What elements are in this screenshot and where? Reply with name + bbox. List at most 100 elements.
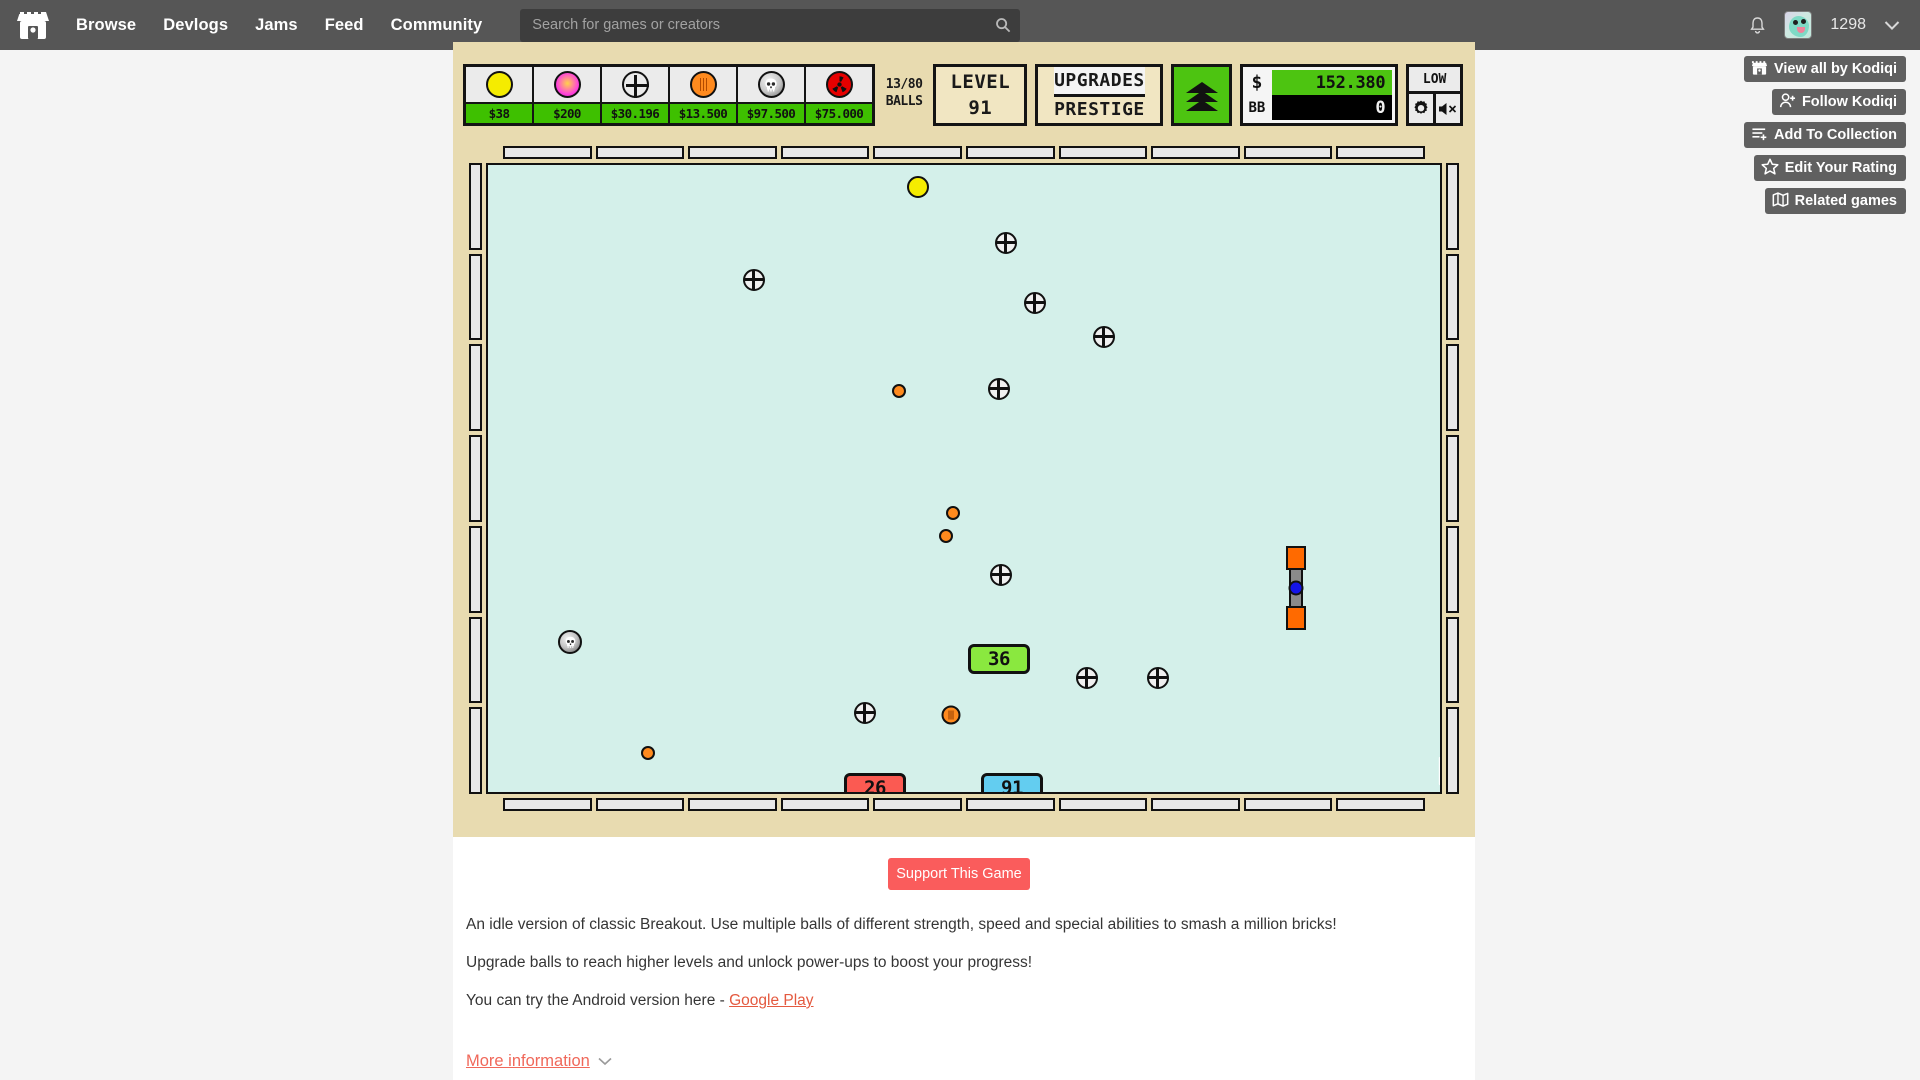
shop-ball-magenta[interactable]: $200 <box>534 67 600 123</box>
more-information-toggle[interactable]: More information <box>466 1052 612 1071</box>
android-text: You can try the Android version here - <box>466 992 730 1009</box>
wall-left <box>469 163 482 795</box>
search-input[interactable] <box>520 17 987 33</box>
gear-icon[interactable] <box>1409 94 1437 123</box>
game-ball-orange <box>641 746 655 760</box>
ball-shop: $38 $200 $30.196 $13.500 $97.500 $75.000 <box>463 64 875 126</box>
game-ball-skull <box>558 630 582 654</box>
level-label: LEVEL <box>950 71 1011 93</box>
wall-top <box>503 146 1425 159</box>
shop-ball-plus[interactable]: $30.196 <box>602 67 668 123</box>
related-games-button[interactable]: Related games <box>1764 188 1906 214</box>
star-icon <box>1761 157 1779 179</box>
yellow-ball-icon[interactable] <box>466 67 532 104</box>
boost-button[interactable] <box>1171 64 1232 126</box>
add-to-collection-label: Add To Collection <box>1774 127 1897 143</box>
search-icon[interactable] <box>986 9 1020 42</box>
nav-link-jams[interactable]: Jams <box>255 16 298 35</box>
related-games-label: Related games <box>1794 193 1897 209</box>
user-plus-icon <box>1779 92 1796 113</box>
game-ball-plus <box>1093 326 1115 348</box>
nav-link-devlogs[interactable]: Devlogs <box>163 16 228 35</box>
store-icon <box>1751 59 1768 80</box>
search-bar[interactable] <box>520 8 1021 42</box>
bb-value: 0 <box>1271 95 1393 120</box>
more-information-label: More information <box>466 1052 590 1070</box>
game-arena: 3626919191 <box>469 146 1459 811</box>
game-ball-plus <box>743 269 765 291</box>
bell-icon[interactable] <box>1749 16 1766 35</box>
brick-red: 26 <box>844 773 906 792</box>
cash-row: $ 152.380 <box>1246 70 1393 95</box>
nav-link-feed[interactable]: Feed <box>325 16 364 35</box>
nav-right-group: 1298 <box>1749 11 1900 39</box>
shop-ball-radioactive[interactable]: $75.000 <box>806 67 872 123</box>
radioactive-ball-price: $75.000 <box>806 104 872 123</box>
game-ball-orange <box>939 529 953 543</box>
game-ball-plus <box>988 378 1010 400</box>
google-play-link[interactable]: Google Play <box>729 992 813 1009</box>
game-ball-plus <box>995 232 1017 254</box>
striped-ball-price: $13.500 <box>670 104 736 123</box>
shop-ball-yellow[interactable]: $38 <box>466 67 532 123</box>
money-panel: $ 152.380 BB 0 <box>1239 64 1399 126</box>
radioactive-ball-icon[interactable] <box>806 67 872 104</box>
add-to-collection-button[interactable]: Add To Collection <box>1744 122 1906 148</box>
prestige-button[interactable]: PRESTIGE <box>1054 96 1145 123</box>
plus-ball-icon[interactable] <box>602 67 668 104</box>
settings-row <box>1409 94 1460 123</box>
view-all-by-creator-label: View all by Kodiqi <box>1773 61 1897 77</box>
list-plus-icon <box>1751 125 1768 146</box>
description-paragraph-3: You can try the Android version here - G… <box>466 991 814 1012</box>
avatar[interactable] <box>1784 11 1813 39</box>
shop-ball-skull[interactable]: $97.500 <box>738 67 804 123</box>
game-ball-plus <box>1076 667 1098 689</box>
level-value: 91 <box>968 97 993 119</box>
balls-counter-value: 13/80 <box>885 77 923 92</box>
brick-blue: 91 <box>981 773 1043 792</box>
game-embed: $38 $200 $30.196 $13.500 $97.500 $75.000… <box>453 42 1475 837</box>
settings-panel: LOW <box>1406 64 1463 126</box>
shop-ball-striped[interactable]: $13.500 <box>670 67 736 123</box>
plus-ball-price: $30.196 <box>602 104 668 123</box>
description-paragraph-2: Upgrade balls to reach higher levels and… <box>466 954 1033 971</box>
game-toolbar: $38 $200 $30.196 $13.500 $97.500 $75.000… <box>463 64 1463 132</box>
balls-counter-label: BALLS <box>885 94 923 109</box>
wall-bottom <box>503 798 1425 811</box>
map-icon <box>1772 191 1789 212</box>
game-ball-plus <box>990 564 1012 586</box>
magenta-ball-price: $200 <box>534 104 600 123</box>
play-field[interactable]: 3626919191 <box>486 163 1442 794</box>
edit-your-rating-button[interactable]: Edit Your Rating <box>1753 155 1906 181</box>
yellow-ball-price: $38 <box>466 104 532 123</box>
itch-io-logo[interactable] <box>10 2 56 48</box>
upgrades-prestige-panel: UPGRADES PRESTIGE <box>1035 64 1164 126</box>
mouse-cursor <box>1438 757 1440 786</box>
follow-creator-button[interactable]: Follow Kodiqi <box>1771 89 1906 115</box>
bb-symbol: BB <box>1248 99 1266 116</box>
brick-green: 36 <box>968 644 1030 674</box>
paddle-vertical[interactable] <box>1286 546 1306 630</box>
level-panel: LEVEL 91 <box>933 64 1028 126</box>
striped-ball-icon[interactable] <box>670 67 736 104</box>
edit-your-rating-label: Edit Your Rating <box>1784 160 1897 176</box>
speaker-mute-icon[interactable] <box>1436 94 1460 123</box>
chevron-down-icon[interactable] <box>1884 20 1900 31</box>
coin-count: 1298 <box>1830 16 1866 33</box>
skull-ball-price: $97.500 <box>738 104 804 123</box>
description-paragraph-1: An idle version of classic Breakout. Use… <box>466 916 1337 933</box>
quality-button[interactable]: LOW <box>1409 67 1460 94</box>
sidebar-actions: View all by Kodiqi Follow Kodiqi Add To … <box>1720 56 1906 214</box>
upgrades-button[interactable]: UPGRADES <box>1054 67 1145 97</box>
nav-link-community[interactable]: Community <box>391 16 483 35</box>
skull-ball-icon[interactable] <box>738 67 804 104</box>
cash-value: 152.380 <box>1271 70 1393 95</box>
support-this-game-button[interactable]: Support This Game <box>888 858 1030 890</box>
game-ball-plus <box>854 702 876 724</box>
magenta-ball-icon[interactable] <box>534 67 600 104</box>
follow-creator-label: Follow Kodiqi <box>1801 94 1897 110</box>
bb-row: BB 0 <box>1246 95 1393 120</box>
nav-link-browse[interactable]: Browse <box>76 16 136 35</box>
game-ball-orange <box>892 384 906 398</box>
view-all-by-creator-button[interactable]: View all by Kodiqi <box>1743 56 1906 82</box>
